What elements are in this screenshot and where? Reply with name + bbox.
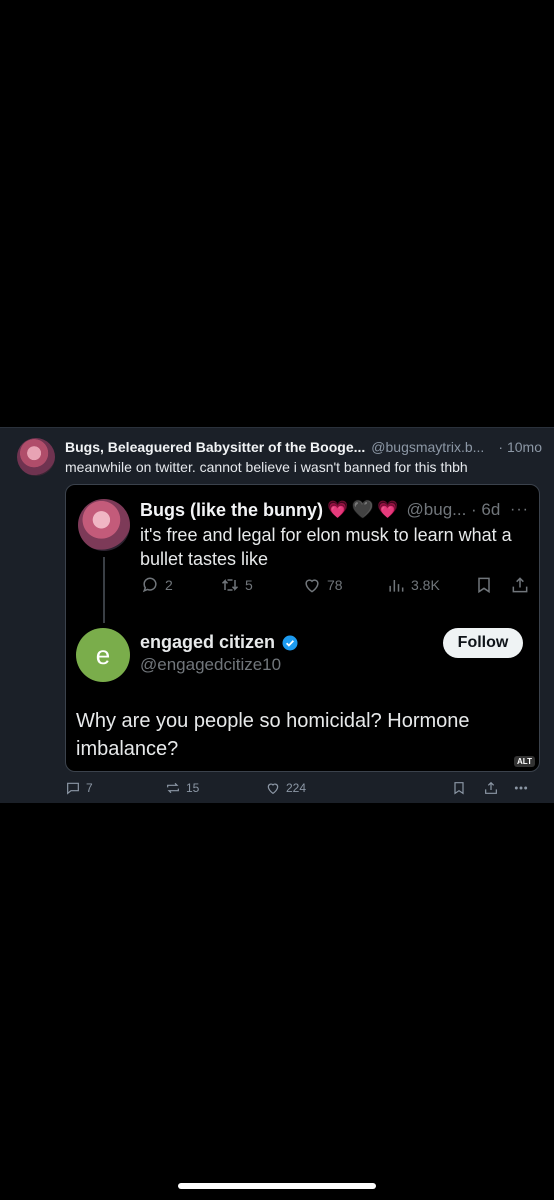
black-heart-icon: 🖤 (352, 500, 374, 519)
quoted-author-name: Bugs (like the bunny) (140, 499, 324, 520)
post-time: · 10mo (498, 439, 542, 455)
heart-icon (305, 579, 319, 593)
view-count: 3.8K (411, 577, 440, 593)
reply-icon (142, 577, 157, 593)
reply-button[interactable]: 7 (65, 780, 165, 796)
reply-author-row: engaged citizen (140, 632, 299, 653)
reply-tweet-header: e engaged citizen @engagedcitize10 Follo… (76, 628, 531, 682)
embedded-screenshot[interactable]: Bugs (like the bunny) 💗 🖤 💗 @bug... · 6d… (65, 484, 540, 772)
home-indicator[interactable] (178, 1183, 376, 1189)
engaged-citizen-avatar: e (76, 628, 130, 682)
quoted-text: it's free and legal for elon musk to lea… (140, 525, 512, 569)
follow-button: Follow (443, 628, 523, 658)
reply-text: Why are you people so homicidal? Hormone… (76, 710, 470, 760)
quoted-action-bar: 2 5 78 3.8K (140, 573, 530, 597)
verified-badge-icon (282, 635, 298, 650)
heart-icon (267, 783, 279, 795)
reply-count: 2 (165, 577, 173, 593)
more-icon: ··· (510, 501, 529, 518)
thread-line (103, 557, 105, 623)
retweet-action: 5 (220, 575, 302, 595)
author-name[interactable]: Bugs, Beleaguered Babysitter of the Boog… (65, 439, 365, 455)
views-action: 3.8K (386, 575, 474, 595)
author-handle[interactable]: @bugsmaytrix.b... (371, 439, 484, 455)
post-header: Bugs, Beleaguered Babysitter of the Boog… (65, 437, 542, 457)
reply-action: 2 (140, 575, 220, 595)
quoted-author-avatar (78, 499, 130, 551)
bookmark-icon (478, 577, 490, 594)
bookmark-action (474, 575, 510, 595)
reply-author-name: engaged citizen (140, 632, 276, 652)
repost-count: 15 (186, 781, 200, 795)
retweet-icon (221, 579, 239, 591)
share-icon (512, 577, 528, 593)
views-icon (389, 580, 404, 592)
quoted-handle-time: @bug... · 6d (406, 500, 501, 519)
like-button[interactable]: 224 (265, 780, 451, 796)
pink-heart-icon: 💗 (327, 500, 349, 519)
bookmark-button[interactable] (451, 780, 483, 796)
ellipsis-icon (514, 786, 528, 790)
quoted-header: Bugs (like the bunny) 💗 🖤 💗 @bug... · 6d… (140, 497, 529, 523)
bluesky-post[interactable]: Bugs, Beleaguered Babysitter of the Boog… (0, 427, 554, 803)
alt-text-badge[interactable]: ALT (514, 756, 535, 767)
post-text: meanwhile on twitter. cannot believe i w… (65, 459, 468, 475)
post-action-bar: 7 15 224 (65, 778, 540, 798)
share-icon (485, 781, 497, 794)
reply-count: 7 (86, 781, 93, 795)
author-avatar[interactable] (17, 438, 55, 476)
comment-icon (67, 782, 79, 795)
more-button[interactable] (513, 780, 529, 796)
bookmark-icon (454, 782, 464, 795)
like-count: 224 (286, 781, 307, 795)
share-action (510, 575, 530, 595)
reply-author-handle: @engagedcitize10 (140, 655, 282, 674)
share-button[interactable] (483, 780, 513, 796)
repost-icon (167, 782, 179, 794)
like-count: 78 (327, 577, 343, 593)
like-action: 78 (302, 575, 386, 595)
repost-button[interactable]: 15 (165, 780, 265, 796)
retweet-count: 5 (245, 577, 253, 593)
pink-heart-icon: 💗 (377, 500, 399, 519)
